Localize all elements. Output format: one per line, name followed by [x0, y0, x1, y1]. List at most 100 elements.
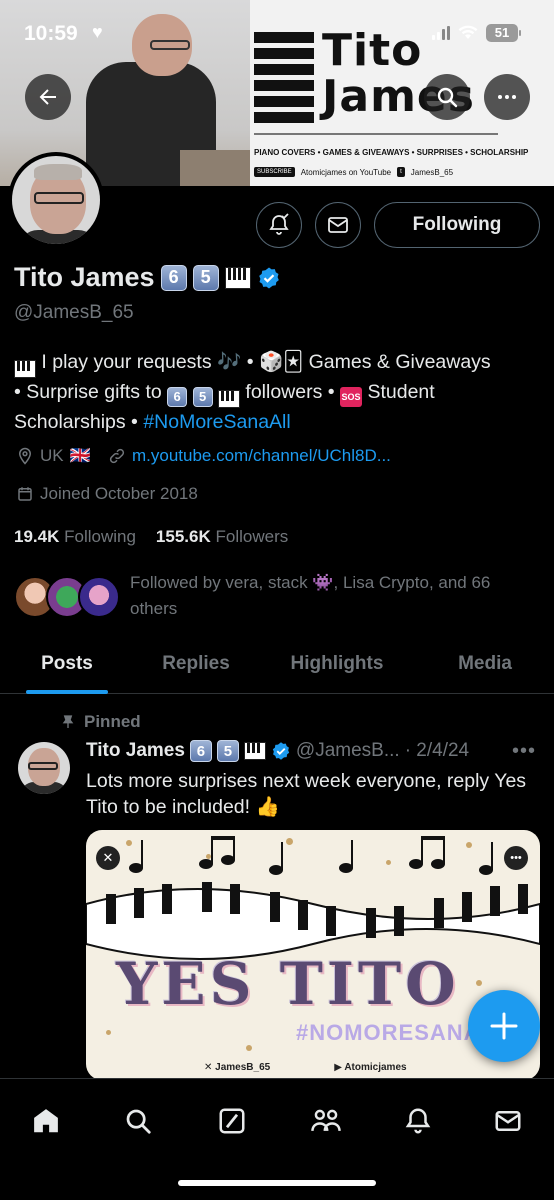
uk-flag-icon: 🇬🇧: [69, 446, 91, 465]
plus-icon: [490, 1012, 518, 1040]
pinned-label: Pinned: [84, 712, 141, 731]
verified-badge-icon[interactable]: [257, 266, 281, 290]
followers-stat[interactable]: 155.6K Followers: [156, 527, 288, 547]
post-author-avatar[interactable]: [18, 742, 70, 794]
website-link[interactable]: m.youtube.com/channel/UChl8D...: [132, 446, 391, 466]
bio-text-3: • Surprise gifts to: [14, 381, 162, 403]
piano-keys-icon: [224, 266, 251, 289]
tab-replies[interactable]: Replies: [134, 634, 258, 694]
post-author-handle: @JamesB...: [295, 740, 400, 761]
verified-badge-icon: [272, 742, 290, 760]
profile-joined: Joined October 2018: [16, 484, 198, 504]
media-footer-yt: ▶ Atomicjames: [334, 1062, 407, 1073]
keycap-five-icon: 5: [192, 264, 219, 291]
avatar: [78, 576, 120, 618]
tab-highlights[interactable]: Highlights: [258, 634, 416, 694]
media-footer-x-text: JamesB_65: [215, 1062, 271, 1073]
nav-home[interactable]: [22, 1097, 70, 1145]
pinned-indicator: Pinned: [60, 712, 141, 732]
keycap-six-icon: 6: [189, 740, 212, 762]
more-options-button[interactable]: [484, 74, 530, 120]
media-headline: YES TITO: [116, 950, 460, 1018]
more-horizontal-icon: [498, 95, 516, 99]
nav-communities[interactable]: [302, 1097, 350, 1145]
media-close-icon[interactable]: ✕: [96, 846, 120, 870]
piano-keys-icon: [14, 360, 36, 378]
status-time: 10:59: [24, 22, 78, 45]
followers-label: Followers: [215, 527, 289, 546]
communities-icon: [311, 1109, 341, 1131]
search-button[interactable]: [424, 74, 470, 120]
joined-text: Joined October 2018: [40, 484, 198, 503]
followers-count: 155.6K: [155, 527, 211, 546]
compose-post-button[interactable]: [468, 990, 540, 1062]
joker-card-icon: 🃏: [283, 351, 304, 373]
profile-website[interactable]: m.youtube.com/channel/UChl8D...: [108, 446, 391, 466]
nav-notifications[interactable]: [394, 1097, 442, 1145]
nav-search[interactable]: [114, 1097, 162, 1145]
banner-divider: [254, 133, 498, 135]
bio-text-2: Games & Giveaways: [308, 351, 491, 373]
post-header: Tito James 6 5 @JamesB... · 2/4/24: [86, 740, 469, 762]
notifications-toggle-button[interactable]: [256, 202, 302, 248]
wifi-icon: [458, 25, 478, 39]
messages-icon: [495, 1111, 521, 1131]
profile-avatar[interactable]: [8, 152, 104, 248]
location-pin-icon: [18, 447, 32, 465]
banner-piano: [180, 150, 250, 186]
followed-by-avatars[interactable]: [14, 576, 120, 620]
media-footer-yt-text: Atomicjames: [344, 1062, 407, 1073]
post-more-button[interactable]: •••: [512, 740, 536, 763]
music-notes-icon: 🎶: [217, 351, 242, 373]
following-count: 19.4K: [14, 527, 60, 546]
nav-grok[interactable]: [208, 1097, 256, 1145]
tab-posts[interactable]: Posts: [0, 634, 134, 694]
banner-subscribe-badge: SUBSCRIBE: [254, 167, 295, 177]
home-indicator: [178, 1180, 376, 1186]
following-stat[interactable]: 19.4K Following: [14, 527, 136, 547]
piano-keys-icon: [243, 742, 266, 760]
post-text: Lots more surprises next week everyone, …: [86, 770, 527, 818]
calendar-icon: [18, 487, 32, 501]
search-icon: [126, 1109, 151, 1134]
followed-by-text[interactable]: Followed by vera, stack 👾, Lisa Crypto, …: [130, 570, 530, 622]
media-more-icon[interactable]: •••: [504, 846, 528, 870]
profile-stats: 19.4K Following 155.6K Followers: [14, 527, 288, 547]
pin-icon: [62, 715, 74, 728]
tab-media[interactable]: Media: [416, 634, 554, 694]
bio-hashtag-link[interactable]: #NoMoreSanaAll: [143, 411, 290, 433]
keyboard-illustration: [86, 882, 540, 960]
message-button[interactable]: [315, 202, 361, 248]
profile-handle: @JamesB_65: [14, 302, 134, 323]
dice-icon: 🎲: [258, 351, 284, 373]
profile-tabs: Posts Replies Highlights Media: [0, 634, 554, 694]
media-footer-x: ✕ JamesB_65: [204, 1062, 271, 1073]
status-indicators: 51: [432, 24, 521, 42]
search-icon: [437, 87, 458, 108]
banner-logo-keys-icon: [254, 32, 314, 124]
banner-youtube-text: Atomicjames on YouTube: [300, 167, 392, 177]
banner-social-row: SUBSCRIBE Atomicjames on YouTube t James…: [254, 167, 453, 177]
envelope-icon: [328, 217, 348, 233]
nav-messages[interactable]: [484, 1097, 532, 1145]
media-footer: ✕ JamesB_65 ▶ Atomicjames: [204, 1062, 407, 1073]
banner-twitter-text: JamesB_65: [410, 167, 454, 177]
music-notes-decoration: [129, 836, 493, 875]
banner-person-glasses: [150, 40, 190, 50]
signal-icon: [432, 26, 450, 40]
home-icon: [34, 1109, 58, 1133]
following-button[interactable]: Following: [374, 202, 540, 248]
location-text: UK: [40, 446, 64, 465]
piano-keys-icon: [217, 390, 240, 408]
keycap-five-icon: 5: [216, 740, 239, 762]
sos-icon: SOS: [340, 387, 363, 407]
back-button[interactable]: [25, 74, 71, 120]
bell-check-icon: [269, 213, 289, 235]
post-author-name[interactable]: Tito James: [86, 740, 185, 762]
profile-bio: I play your requests 🎶 • 🎲🃏 Games & Give…: [14, 351, 491, 433]
profile-name-row: Tito James 6 5: [14, 262, 281, 293]
profile-display-name: Tito James: [14, 262, 155, 292]
link-icon: [109, 448, 125, 464]
banner-tagline: PIANO COVERS • GAMES & GIVEAWAYS • SURPR…: [254, 148, 529, 157]
arrow-left-icon: [39, 89, 56, 105]
